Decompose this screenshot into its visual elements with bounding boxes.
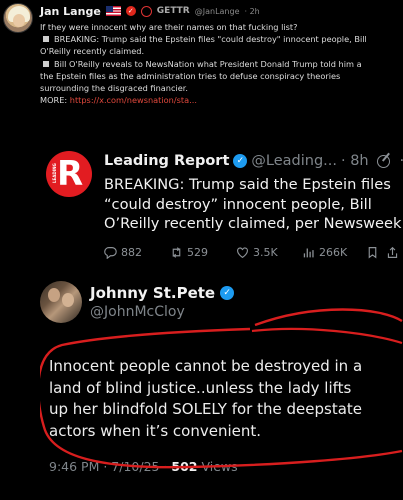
more-label: MORE:: [40, 95, 68, 106]
repost-count: 529: [170, 246, 236, 259]
like-count: 3.5K: [236, 246, 302, 259]
tweet-actions: 882 529 3.5K 266K: [104, 244, 403, 260]
leading-report-logo: R LEADING: [46, 151, 92, 197]
grok-icon: [376, 154, 390, 168]
tweet-author-handle: @Leading...: [251, 153, 337, 169]
quoted-tweet-johnny: Johnny St.Pete ✓ @JohnMcCloy Innocent pe…: [40, 281, 403, 500]
author-avatar[interactable]: [3, 3, 33, 33]
post-line: O'Reilly recently claimed.: [40, 46, 145, 57]
post-line: Bill O'Reilly reveals to NewsNation what…: [40, 58, 403, 70]
view-count: 266K: [302, 246, 366, 259]
platform-name: GETTR: [156, 6, 190, 16]
views-icon: [303, 247, 314, 257]
tweet-time: · 8h: [340, 153, 369, 169]
gettr-logo-icon: [140, 5, 152, 17]
quoted-tweet-leading-report: R LEADING Leading Report ✓ @Leading... ·…: [40, 135, 403, 279]
gettr-post: Jan Lange ✓ GETTR @JanLange · 2h If they…: [0, 0, 403, 500]
red-circle-annotation: [40, 308, 403, 469]
author-handle[interactable]: @JanLange: [195, 7, 240, 16]
reply-icon: [104, 246, 117, 259]
post-time: · 2h: [244, 6, 260, 16]
verified-badge-icon: ✓: [125, 6, 136, 16]
post-line: BREAKING: Trump said the Epstein files "…: [40, 33, 403, 45]
reply-count: 882: [104, 246, 170, 259]
share-icon: [387, 246, 398, 258]
attached-screenshot[interactable]: R LEADING Leading Report ✓ @Leading... ·…: [40, 135, 403, 500]
heart-icon: [237, 246, 248, 258]
square-bullet-icon: [43, 36, 49, 43]
share: [386, 246, 403, 259]
repost-icon: [172, 246, 181, 258]
tweet-header: Leading Report ✓ @Leading... · 8h ···: [104, 153, 403, 169]
tweet-text: BREAKING: Trump said the Epstein files “…: [104, 176, 403, 232]
post-line: If they were innocent why are their name…: [40, 22, 298, 32]
more-link[interactable]: https://x.com/newsnation/sta...: [70, 95, 197, 105]
post-line: surrounding the disgraced financier.: [40, 83, 188, 94]
verified-check-icon: ✓: [233, 154, 248, 168]
post-line: MORE: https://x.com/newsnation/sta...: [40, 94, 403, 106]
bookmark: [366, 246, 386, 259]
more-options-icon: ···: [400, 153, 403, 169]
author-name[interactable]: Jan Lange: [40, 5, 101, 18]
post-header: Jan Lange ✓ GETTR @JanLange · 2h: [40, 4, 260, 18]
square-bullet-icon: [43, 60, 49, 67]
us-flag-icon: [105, 6, 121, 16]
bookmark-icon: [368, 246, 377, 259]
tweet-author-name: Leading Report: [104, 153, 230, 169]
post-line: the Epstein files as the administration …: [40, 70, 341, 81]
post-body: If they were innocent why are their name…: [40, 21, 403, 106]
